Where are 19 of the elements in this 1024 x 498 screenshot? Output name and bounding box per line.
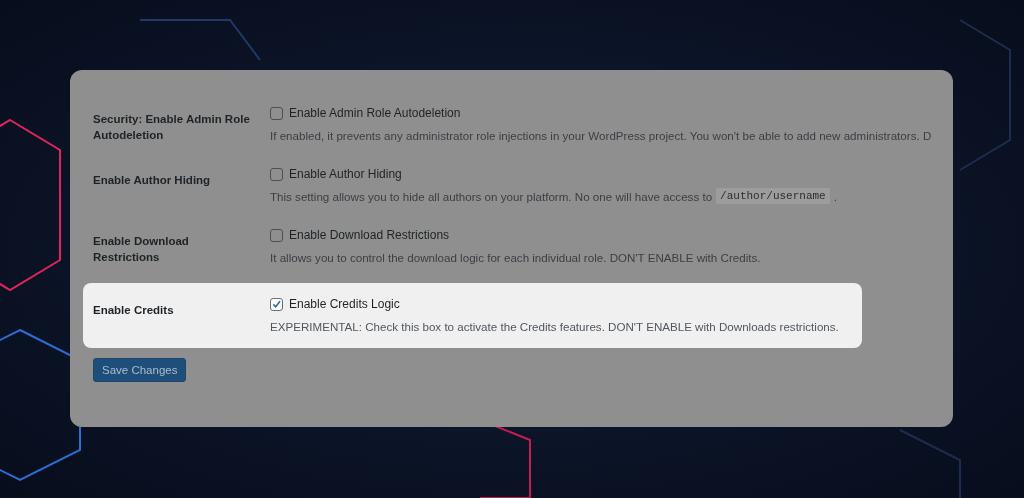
setting-description: If enabled, it prevents any administrator role injections in your WordPress project. You won't be able to add new administrators. D — [270, 128, 932, 142]
checkbox[interactable] — [270, 106, 283, 120]
checkbox-label[interactable]: Enable Credits Logic — [289, 297, 400, 311]
setting-description: EXPERIMENTAL: Check this box to activate the Credits features. DON'T ENABLE with Downloads restrictions. — [270, 319, 839, 333]
checkbox-label[interactable]: Enable Admin Role Autodeletion — [289, 106, 461, 120]
code-snippet: /author/username — [716, 188, 830, 204]
setting-label: Enable Author Hiding — [93, 173, 212, 188]
setting-label: Enable Download Restrictions — [93, 234, 190, 265]
description-punctuation: . — [833, 189, 837, 203]
checkbox[interactable] — [270, 297, 283, 311]
checkbox-label[interactable]: Enable Author Hiding — [289, 167, 402, 181]
save-button[interactable]: Save Changes — [93, 358, 187, 382]
setting-description: It allows you to control the download logic for each individual role. DON'T ENABLE with Credits. — [270, 250, 761, 264]
checkbox[interactable] — [270, 167, 283, 181]
setting-description: This setting allows you to hide all authors on your platform. No one will have access to — [270, 189, 713, 203]
setting-label: Security: Enable Admin Role Autodeletion — [93, 112, 251, 143]
checkbox-label[interactable]: Enable Download Restrictions — [289, 228, 450, 242]
setting-label: Enable Credits — [93, 303, 175, 318]
checkbox[interactable] — [270, 228, 283, 242]
